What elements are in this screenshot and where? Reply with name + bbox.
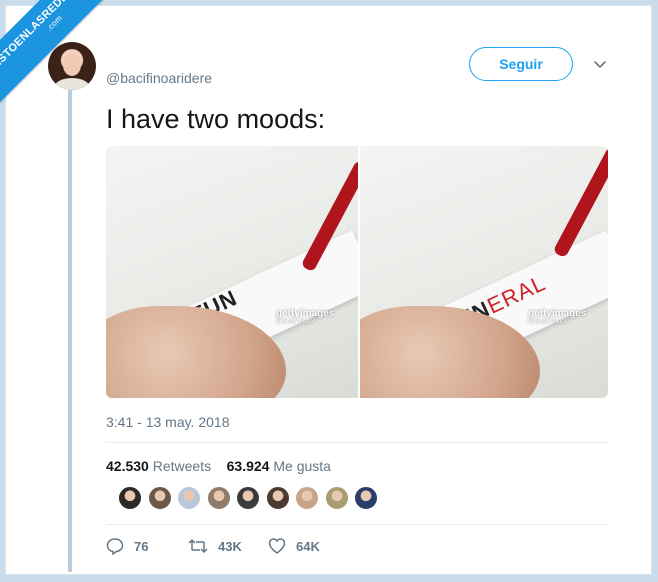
like-button[interactable]: 64K — [268, 536, 320, 556]
getty-watermark: gettyimages Melinda Podor — [528, 308, 586, 325]
liker-avatar[interactable] — [236, 486, 260, 510]
thread-line — [68, 90, 72, 572]
reply-count: 76 — [134, 538, 149, 554]
chevron-down-icon[interactable] — [593, 58, 607, 72]
photographer-credit: Melinda Podor — [528, 319, 567, 325]
tweet-text: I have two moods: — [106, 104, 326, 134]
retweet-icon — [188, 538, 208, 554]
liker-avatar[interactable] — [324, 486, 349, 510]
engagement-stats: 42.530 Retweets 63.924 Me gusta — [106, 458, 331, 474]
photographer-credit: Melinda Podor — [276, 319, 315, 325]
reply-button[interactable]: 76 — [106, 536, 148, 556]
retweet-count: 43K — [218, 538, 242, 554]
follow-button[interactable]: Seguir — [469, 47, 573, 81]
media-image-right[interactable]: FUNERAL gettyimages Melinda Podor — [360, 146, 608, 398]
liker-avatar[interactable] — [147, 486, 172, 510]
getty-watermark: gettyimages Melinda Podor — [276, 308, 334, 325]
media-image-left[interactable]: FUN gettyimages Melinda Podor — [106, 146, 358, 398]
liker-avatar[interactable] — [206, 486, 231, 510]
liker-avatar[interactable] — [354, 486, 378, 510]
reply-icon — [106, 538, 124, 555]
getty-credit: gettyimages — [528, 308, 587, 319]
liker-avatar[interactable] — [118, 486, 142, 510]
liker-avatar[interactable] — [177, 486, 201, 510]
like-count: 64K — [296, 538, 320, 554]
liker-avatar[interactable] — [265, 486, 290, 510]
likes-stat[interactable]: 63.924 Me gusta — [227, 458, 331, 474]
retweet-button[interactable]: 43K — [188, 536, 242, 556]
divider — [106, 524, 608, 525]
tweet-media[interactable]: FUN gettyimages Melinda Podor FUNERAL ge… — [106, 146, 608, 398]
user-handle[interactable]: @bacifinoaridere — [106, 70, 212, 86]
getty-credit: gettyimages — [276, 308, 335, 319]
tweet-timestamp[interactable]: 3:41 - 13 may. 2018 — [106, 414, 229, 430]
liker-avatar[interactable] — [295, 486, 319, 510]
heart-icon — [268, 538, 286, 554]
divider — [106, 442, 608, 443]
retweets-stat[interactable]: 42.530 Retweets — [106, 458, 211, 474]
avatar[interactable] — [48, 42, 96, 90]
